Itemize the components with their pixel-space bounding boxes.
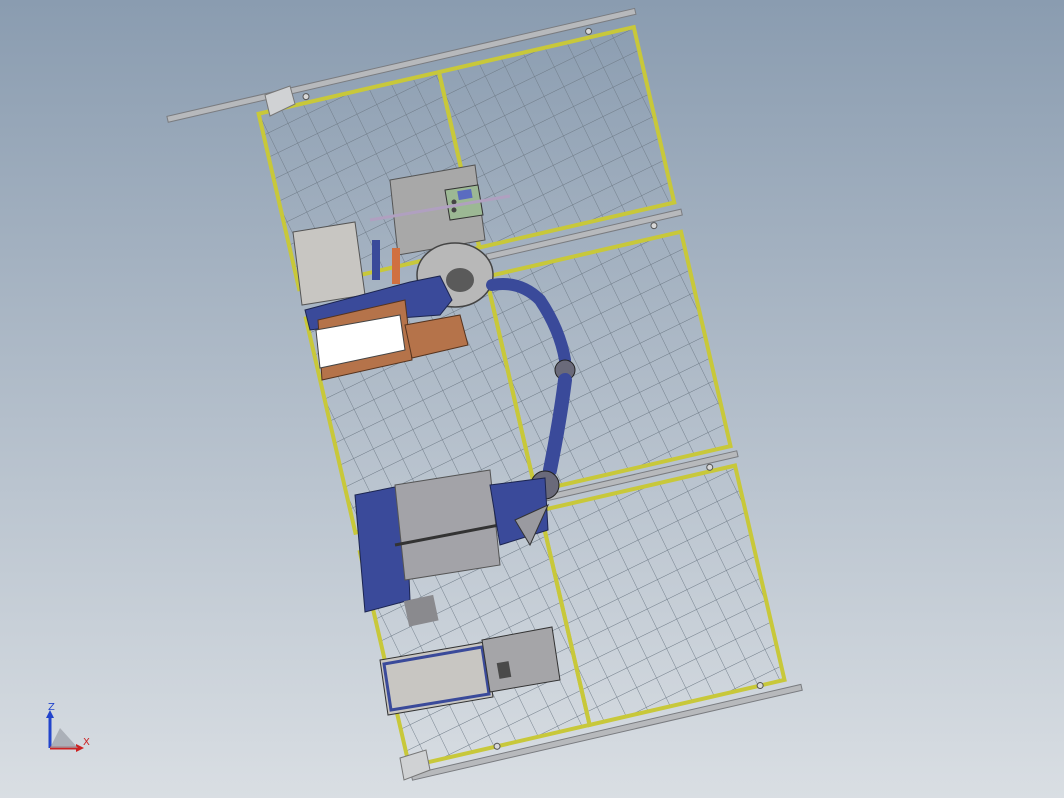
control-knob[interactable]: [451, 199, 457, 205]
fixture-enclosure: [394, 469, 501, 581]
equipment-box: [292, 221, 366, 306]
blue-post: [372, 240, 380, 280]
control-knob[interactable]: [451, 207, 457, 213]
cad-viewport[interactable]: Z X: [0, 0, 1064, 798]
z-axis-label: Z: [48, 702, 55, 713]
assembly-view[interactable]: Z X: [0, 0, 1064, 798]
x-axis-label: X: [83, 737, 90, 748]
positioner-hub: [446, 268, 474, 292]
orange-post: [392, 248, 400, 284]
